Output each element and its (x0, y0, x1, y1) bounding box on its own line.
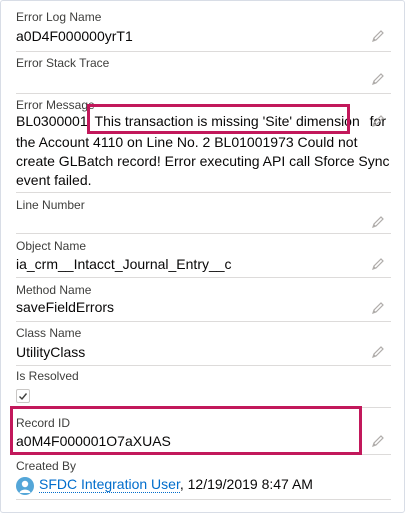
error-message-highlighted-text: This transaction is missing 'Site' dimen… (94, 113, 360, 129)
error-message-line-4: event failed. (16, 172, 92, 188)
field-label: Error Log Name (16, 10, 102, 24)
field-line-number: Line Number (16, 193, 391, 234)
field-object-name: Object Name ia_crm__Intacct_Journal_Entr… (16, 234, 391, 278)
field-method-name: Method Name saveFieldErrors (16, 278, 391, 322)
error-message-line-3: create GLBatch record! Error executing A… (16, 153, 390, 169)
field-value: a0M4F000001O7aXUAS (16, 433, 171, 449)
field-record-id: Record ID a0M4F000001O7aXUAS (16, 408, 391, 455)
record-detail-panel: Error Log Name a0D4F000000yrT1 Error Sta… (0, 0, 405, 513)
checkmark-icon (19, 393, 28, 401)
pencil-icon[interactable] (371, 257, 385, 271)
field-value: a0D4F000000yrT1 (16, 28, 133, 44)
field-label: Error Stack Trace (16, 56, 110, 70)
field-label: Object Name (16, 239, 87, 253)
field-error-log-name: Error Log Name a0D4F000000yrT1 (16, 1, 391, 52)
user-silhouette-icon (19, 480, 31, 493)
field-value: UtilityClass (16, 344, 86, 360)
field-value: saveFieldErrors (16, 299, 115, 315)
field-label: Class Name (16, 326, 82, 340)
created-by-value: SFDC Integration User, 12/19/2019 8:47 A… (39, 476, 313, 493)
field-label: Is Resolved (16, 369, 79, 383)
field-label: Created By (16, 459, 77, 473)
error-message-prefix: BL0300001 (16, 113, 88, 129)
field-class-name: Class Name UtilityClass (16, 322, 391, 366)
field-created-by: Created By SFDC Integration User, 12/19/… (16, 455, 391, 500)
field-label: Method Name (16, 283, 92, 297)
field-is-resolved: Is Resolved (16, 366, 391, 408)
error-message-line-2: the Account 4110 on Line No. 2 BL0100197… (16, 134, 358, 150)
pencil-icon[interactable] (371, 434, 385, 448)
created-by-user-link[interactable]: SFDC Integration User (39, 476, 180, 493)
created-by-separator: , (179, 476, 184, 492)
user-avatar-icon (16, 477, 34, 495)
error-message-line-1: BL0300001 This transaction is missing 'S… (16, 113, 386, 129)
pencil-icon[interactable] (371, 29, 385, 43)
field-error-message: Error Message BL0300001 This transaction… (16, 94, 391, 193)
is-resolved-checkbox[interactable] (16, 389, 30, 403)
pencil-icon[interactable] (371, 72, 385, 86)
field-label: Record ID (16, 416, 71, 430)
pencil-icon[interactable] (371, 215, 385, 229)
pencil-icon[interactable] (371, 301, 385, 315)
pencil-icon[interactable] (371, 114, 385, 128)
pencil-icon[interactable] (371, 345, 385, 359)
field-error-stack-trace: Error Stack Trace (16, 52, 391, 94)
created-by-datetime: 12/19/2019 8:47 AM (187, 476, 313, 492)
field-value: ia_crm__Intacct_Journal_Entry__c (16, 256, 232, 272)
field-label: Line Number (16, 198, 85, 212)
field-label: Error Message (16, 98, 95, 112)
